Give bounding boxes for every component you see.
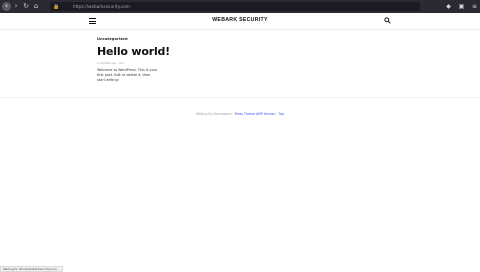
footer-text: Writing By Developers · bbox=[196, 112, 235, 116]
shield-icon[interactable]: ◆ bbox=[445, 2, 452, 11]
lock-icon: 🔒 bbox=[53, 3, 60, 10]
forward-button[interactable]: › bbox=[11, 2, 21, 12]
address-bar[interactable]: 🔒 https://webarksecurity.com bbox=[50, 2, 420, 11]
menu-icon[interactable]: ≡ bbox=[471, 2, 478, 11]
footer-link[interactable]: Press Theme AMP Version · Top bbox=[235, 112, 284, 116]
site-footer: Writing By Developers · Press Theme AMP … bbox=[0, 112, 480, 116]
search-icon[interactable] bbox=[384, 17, 391, 24]
post-excerpt: Welcome to WordPress. This is your first… bbox=[97, 68, 158, 82]
post-category[interactable]: Uncategorized bbox=[97, 37, 397, 41]
status-bar: Waiting for #local/webarksecurity.com... bbox=[0, 266, 63, 272]
site-title[interactable]: WEBARK SECURITY bbox=[0, 17, 480, 23]
extensions-icon[interactable]: ▣ bbox=[458, 2, 465, 11]
post-meta: 2 months ago · hiro bbox=[97, 61, 125, 65]
url-text: https://webarksecurity.com bbox=[73, 4, 130, 9]
post: Uncategorized Hello world! 2 months ago … bbox=[97, 37, 397, 83]
back-button[interactable]: ‹ bbox=[2, 2, 11, 11]
post-title[interactable]: Hello world! bbox=[97, 45, 397, 58]
home-icon[interactable]: ⌂ bbox=[31, 2, 41, 12]
reload-button[interactable]: ↻ bbox=[21, 2, 31, 12]
browser-toolbar: ‹ › ↻ ⌂ 🔒 https://webarksecurity.com ◆ ▣… bbox=[0, 0, 480, 13]
site-header: WEBARK SECURITY bbox=[0, 13, 480, 30]
divider bbox=[0, 97, 480, 98]
